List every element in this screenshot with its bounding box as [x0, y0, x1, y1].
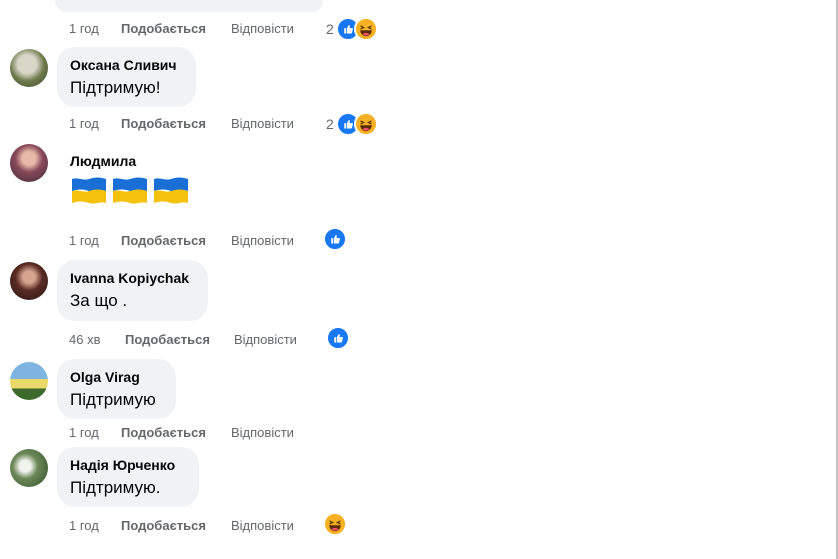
reaction-summary[interactable]: 2	[326, 17, 378, 41]
avatar[interactable]	[10, 262, 48, 300]
comment-author[interactable]: Оксана Сливич	[70, 56, 183, 74]
comment-bubble: Надія Юрченко Підтримую.	[57, 447, 199, 507]
like-icon	[323, 227, 347, 251]
comment-content: Людмила	[70, 152, 190, 206]
haha-icon	[353, 17, 378, 41]
reaction-count: 2	[326, 116, 334, 132]
avatar[interactable]	[10, 49, 48, 87]
ukraine-flag-icon	[152, 176, 190, 206]
comment-bubble: Оксана Сливич Підтримую!	[57, 47, 196, 107]
comment-time[interactable]: 46 хв	[69, 332, 100, 347]
avatar[interactable]	[10, 362, 48, 400]
comment-time[interactable]: 1 год	[69, 425, 99, 440]
reply-button[interactable]: Відповісти	[234, 332, 297, 347]
haha-icon	[323, 512, 347, 536]
like-button[interactable]: Подобається	[121, 21, 206, 36]
like-button[interactable]: Подобається	[121, 233, 206, 248]
like-button[interactable]: Подобається	[121, 518, 206, 533]
like-button[interactable]: Подобається	[121, 425, 206, 440]
haha-icon	[353, 112, 378, 136]
reaction-summary[interactable]	[323, 512, 347, 536]
reply-button[interactable]: Відповісти	[231, 21, 294, 36]
like-icon	[326, 326, 350, 350]
ukraine-flag-icon	[111, 176, 149, 206]
reaction-summary[interactable]: 2	[326, 112, 378, 136]
comment-author[interactable]: Надія Юрченко	[70, 456, 186, 474]
comment-time[interactable]: 1 год	[69, 518, 99, 533]
emoji-row	[70, 176, 190, 206]
reply-button[interactable]: Відповісти	[231, 425, 294, 440]
comment-time[interactable]: 1 год	[69, 116, 99, 131]
comment-text: Підтримую.	[70, 478, 161, 497]
comment-time[interactable]: 1 год	[69, 233, 99, 248]
avatar[interactable]	[10, 449, 48, 487]
reply-button[interactable]: Відповісти	[231, 518, 294, 533]
avatar[interactable]	[10, 144, 48, 182]
comment-text: Підтримую!	[70, 78, 161, 97]
comment-time[interactable]: 1 год	[69, 21, 99, 36]
comment-author[interactable]: Olga Virag	[70, 368, 163, 386]
reaction-summary[interactable]	[323, 227, 347, 251]
reply-button[interactable]: Відповісти	[231, 233, 294, 248]
comment-bubble: Ivanna Kopiychak За що .	[57, 260, 208, 321]
comment-author[interactable]: Людмила	[70, 152, 190, 170]
reply-button[interactable]: Відповісти	[231, 116, 294, 131]
reaction-summary[interactable]	[326, 326, 350, 350]
previous-comment-bubble	[55, 0, 323, 12]
like-button[interactable]: Подобається	[121, 116, 206, 131]
comment-text: За що .	[70, 291, 128, 310]
comment-author[interactable]: Ivanna Kopiychak	[70, 269, 195, 287]
comment-text: Підтримую	[70, 390, 156, 409]
reaction-count: 2	[326, 21, 334, 37]
like-button[interactable]: Подобається	[125, 332, 210, 347]
ukraine-flag-icon	[70, 176, 108, 206]
comment-bubble: Olga Virag Підтримую	[57, 359, 176, 419]
